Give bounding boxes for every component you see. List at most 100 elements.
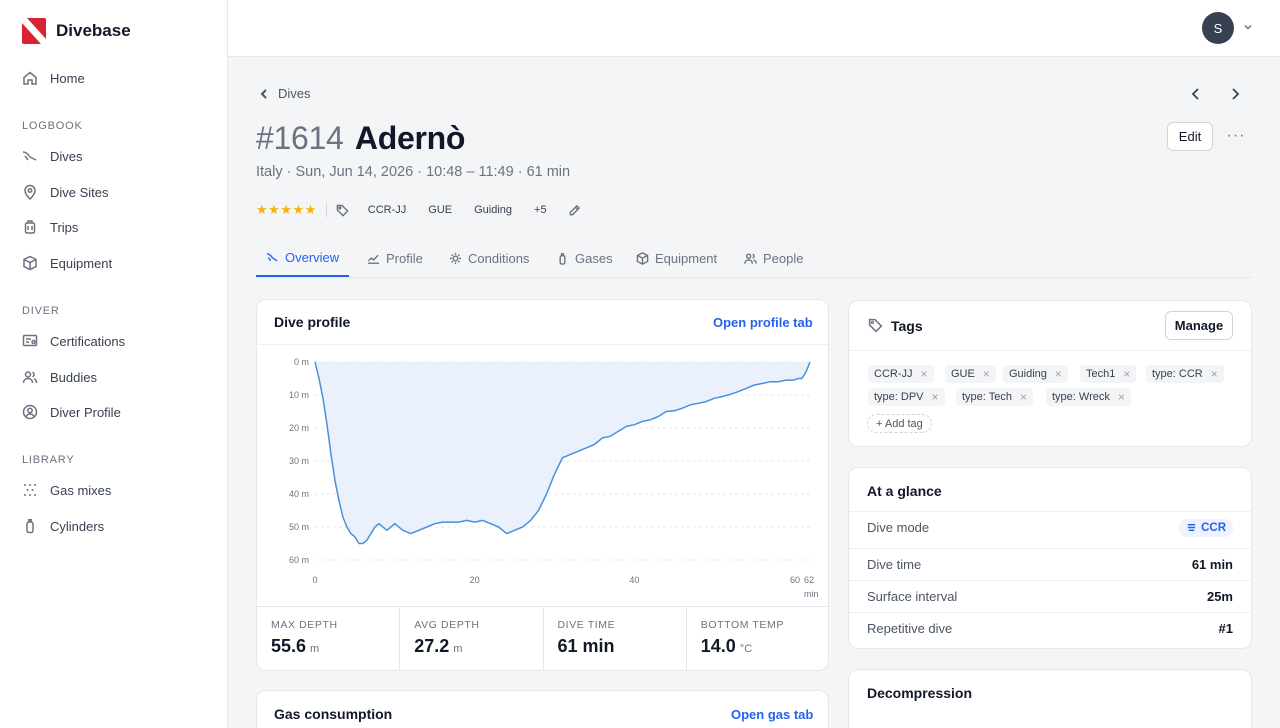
tag-chip-label: Tech1 <box>1086 368 1116 380</box>
tag-icon <box>336 204 349 217</box>
stat-value: 14.0 °C <box>701 636 829 657</box>
tab-gases[interactable]: Gases <box>556 240 613 277</box>
tag-chip-label: type: DPV <box>874 391 924 403</box>
back-to-dives-link[interactable]: Dives <box>258 86 311 101</box>
remove-tag-icon[interactable]: × <box>1123 367 1130 381</box>
card-title: Tags <box>891 318 923 334</box>
more-options-button[interactable]: ··· <box>1226 126 1246 146</box>
remove-tag-icon[interactable]: × <box>921 367 928 381</box>
tag-chip-label: type: CCR <box>1152 368 1203 380</box>
sidebar-item-cylinders[interactable]: Cylinders <box>0 511 227 541</box>
add-tag-button[interactable]: + Add tag <box>867 414 932 433</box>
tag-chip: Tech1 × <box>1080 365 1137 383</box>
app-name: Divebase <box>56 21 131 40</box>
stat-max-depth: MAX DEPTH 55.6 m <box>257 607 401 670</box>
tag-icon <box>868 318 883 333</box>
edit-button[interactable]: Edit <box>1167 122 1213 151</box>
tab-label: Overview <box>285 250 340 265</box>
remove-tag-icon[interactable]: × <box>1211 367 1218 381</box>
header-tag[interactable]: Guiding <box>467 201 520 219</box>
divider <box>325 203 327 217</box>
sidebar-item-diver-profile[interactable]: Diver Profile <box>0 397 227 427</box>
gas-dots-icon <box>24 484 36 496</box>
tag-chip: type: CCR × <box>1146 365 1224 383</box>
glance-value: 61 min <box>1191 557 1233 572</box>
sidebar-item-trips[interactable]: Trips <box>0 212 227 242</box>
tab-conditions[interactable]: Conditions <box>449 240 529 277</box>
dive-number: #1614 <box>256 120 344 156</box>
page-title: #1614 Adernò <box>256 120 465 157</box>
stat-dive-time: DIVE TIME 61 min <box>544 607 687 670</box>
tab-label: Conditions <box>468 251 530 266</box>
glance-value: #1 <box>1218 621 1233 636</box>
next-dive-button[interactable] <box>1227 86 1243 102</box>
sidebar-item-home[interactable]: Home <box>0 63 227 93</box>
app-logo[interactable]: Divebase <box>22 18 131 44</box>
tab-overview[interactable]: Overview <box>256 240 350 277</box>
tag-chip: type: DPV × <box>868 388 945 406</box>
tab-label: People <box>763 251 804 266</box>
glance-row-surface-interval: Surface interval 25m <box>849 580 1251 612</box>
dive-profile-chart: 0 m 10 m 20 m 30 m 40 m 50 m 60 m 0 20 40 60 62 min <box>258 344 828 606</box>
chevron-left-icon <box>260 88 267 99</box>
sidebar-item-certifications[interactable]: Certifications <box>0 326 227 356</box>
tab-label: Gases <box>575 251 613 266</box>
sidebar-item-equipment[interactable]: Equipment <box>0 248 227 278</box>
remove-tag-icon[interactable]: × <box>1055 367 1062 381</box>
box-icon <box>636 252 649 265</box>
sidebar-item-label: Dive Sites <box>50 184 109 200</box>
tab-people[interactable]: People <box>744 240 803 277</box>
diver-icon <box>266 253 278 262</box>
remove-tag-icon[interactable]: × <box>1020 390 1027 404</box>
header-tag[interactable]: GUE <box>421 201 460 219</box>
dive-subtitle: Italy · Sun, Jun 14, 2026 · 10:48 – 11:4… <box>256 164 571 180</box>
dive-mode-badge: CCR <box>1179 518 1233 537</box>
sidebar-item-label: Certifications <box>50 333 126 349</box>
tab-label: Equipment <box>655 251 718 266</box>
edit-tags-pencil-icon[interactable] <box>568 204 581 217</box>
chevron-down-icon[interactable] <box>1242 21 1254 33</box>
header-tag[interactable]: CCR-JJ <box>360 201 414 219</box>
tab-profile[interactable]: Profile <box>367 240 423 277</box>
sidebar-item-label: Trips <box>50 219 79 235</box>
glance-label: Dive time <box>867 557 922 572</box>
manage-tags-button[interactable]: Manage <box>1165 311 1233 340</box>
dive-profile-card: Dive profile Open profile tab 0 m 10 m 20 … <box>256 299 829 671</box>
open-profile-tab-link[interactable]: Open profile tab <box>713 315 813 330</box>
decompression-card: Decompression <box>848 669 1252 728</box>
sidebar-item-gas-mixes[interactable]: Gas mixes <box>0 475 227 505</box>
more-tags-count[interactable]: +5 <box>527 201 554 219</box>
sidebar-item-label: Buddies <box>50 369 97 385</box>
stat-label: AVG DEPTH <box>414 619 480 631</box>
glance-row-dive-mode: Dive mode CCR <box>849 511 1251 543</box>
tab-equipment[interactable]: Equipment <box>636 240 717 277</box>
x-tick-label: 62 <box>804 575 814 585</box>
sidebar: Divebase Home LOGBOOK Dives Dive Sites T… <box>0 0 228 728</box>
sidebar-item-dives[interactable]: Dives <box>0 141 227 171</box>
chart-icon <box>367 254 380 264</box>
open-gas-tab-link[interactable]: Open gas tab <box>731 707 813 722</box>
remove-tag-icon[interactable]: × <box>932 390 939 404</box>
divider <box>849 350 1251 351</box>
sidebar-item-buddies[interactable]: Buddies <box>0 362 227 392</box>
x-tick-label: 40 <box>629 575 639 585</box>
x-tick-label: 60 <box>790 575 800 585</box>
home-icon <box>23 71 37 85</box>
sidebar-item-dive-sites[interactable]: Dive Sites <box>0 177 227 207</box>
sidebar-item-label: Dives <box>50 148 83 164</box>
tag-chip-label: GUE <box>951 368 975 380</box>
chevron-right-icon <box>1232 88 1240 100</box>
map-pin-icon <box>24 184 36 200</box>
remove-tag-icon[interactable]: × <box>1118 390 1125 404</box>
avatar[interactable]: S <box>1202 12 1234 44</box>
dive-flag-logo-icon <box>22 18 46 44</box>
remove-tag-icon[interactable]: × <box>983 367 990 381</box>
sidebar-item-label: Home <box>50 70 85 86</box>
card-title: Dive profile <box>274 314 351 330</box>
previous-dive-button[interactable] <box>1188 86 1204 102</box>
diver-icon <box>22 151 37 161</box>
luggage-icon <box>24 220 36 234</box>
tag-chip-label: type: Wreck <box>1052 391 1110 403</box>
y-tick-label: 0 m <box>294 357 309 367</box>
star-rating[interactable]: ★★★★★ <box>256 202 317 218</box>
